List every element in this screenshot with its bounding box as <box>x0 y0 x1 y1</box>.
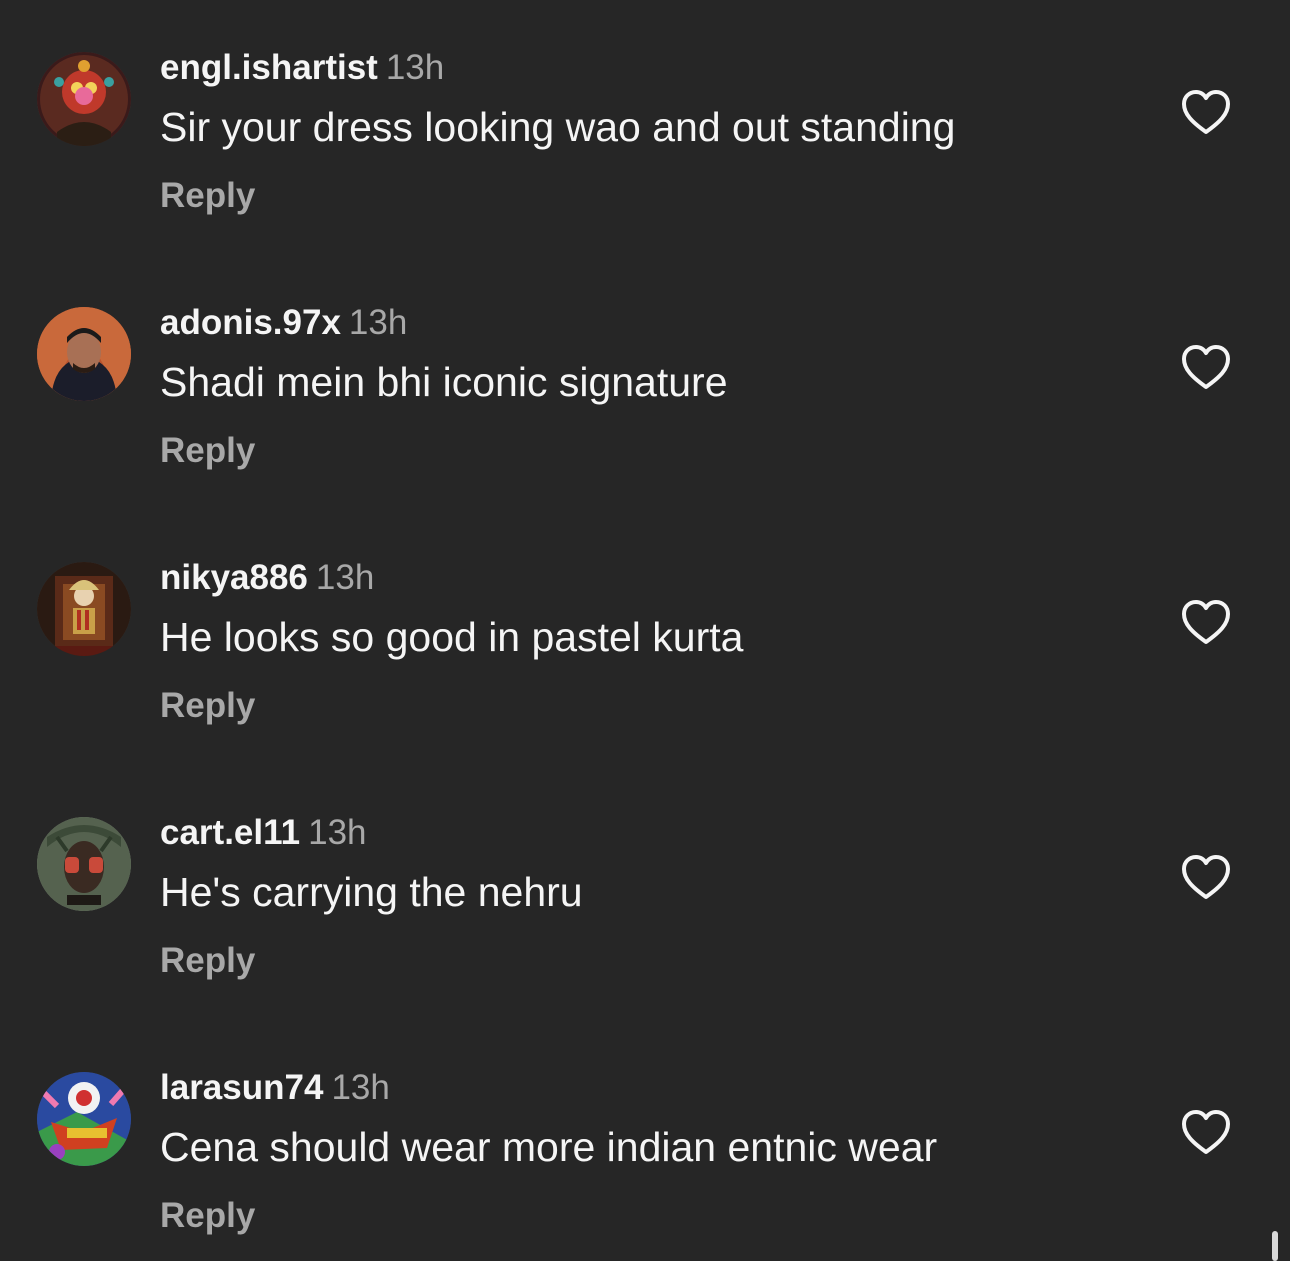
heart-outline-icon[interactable] <box>1180 598 1232 646</box>
comment-text: Sir your dress looking wao and out stand… <box>160 104 956 150</box>
comment-item: larasun74 13h Cena should wear more india… <box>0 1020 1290 1261</box>
reply-button[interactable]: Reply <box>160 941 255 981</box>
timestamp: 13h <box>348 303 408 342</box>
username[interactable]: larasun74 <box>160 1068 323 1107</box>
username[interactable]: cart.el11 <box>160 813 300 852</box>
comment-header: cart.el11 13h <box>160 813 367 853</box>
reply-button[interactable]: Reply <box>160 1196 255 1236</box>
username[interactable]: adonis.97x <box>160 303 341 342</box>
avatar[interactable] <box>37 307 131 401</box>
comment-header: nikya886 13h <box>160 558 374 598</box>
username[interactable]: nikya886 <box>160 558 308 597</box>
heart-outline-icon[interactable] <box>1180 343 1232 391</box>
comment-text: Shadi mein bhi iconic signature <box>160 359 728 405</box>
timestamp: 13h <box>385 48 445 87</box>
comments-list: engl.ishartist 13h Sir your dress looking… <box>0 0 1290 1261</box>
reply-button[interactable]: Reply <box>160 686 255 726</box>
heart-outline-icon[interactable] <box>1180 1108 1232 1156</box>
comment-header: adonis.97x 13h <box>160 303 407 343</box>
username[interactable]: engl.ishartist <box>160 48 378 87</box>
avatar[interactable] <box>37 562 131 656</box>
avatar[interactable] <box>37 52 131 146</box>
avatar[interactable] <box>37 1072 131 1166</box>
reply-button[interactable]: Reply <box>160 431 255 471</box>
comment-text: He's carrying the nehru <box>160 869 583 915</box>
comment-item: cart.el11 13h He's carrying the nehru Rep… <box>0 765 1290 1020</box>
comment-item: engl.ishartist 13h Sir your dress looking… <box>0 0 1290 255</box>
comment-item: nikya886 13h He looks so good in pastel k… <box>0 510 1290 765</box>
avatar[interactable] <box>37 817 131 911</box>
comment-item: adonis.97x 13h Shadi mein bhi iconic sign… <box>0 255 1290 510</box>
comment-text: Cena should wear more indian entnic wear <box>160 1124 938 1170</box>
heart-outline-icon[interactable] <box>1180 88 1232 136</box>
timestamp: 13h <box>331 1068 390 1107</box>
timestamp: 13h <box>315 558 375 597</box>
comment-header: engl.ishartist 13h <box>160 48 444 88</box>
timestamp: 13h <box>308 813 367 852</box>
comment-text: He looks so good in pastel kurta <box>160 614 744 660</box>
comment-header: larasun74 13h <box>160 1068 390 1108</box>
heart-outline-icon[interactable] <box>1180 853 1232 901</box>
reply-button[interactable]: Reply <box>160 176 255 216</box>
scrollbar[interactable] <box>1272 1231 1278 1261</box>
